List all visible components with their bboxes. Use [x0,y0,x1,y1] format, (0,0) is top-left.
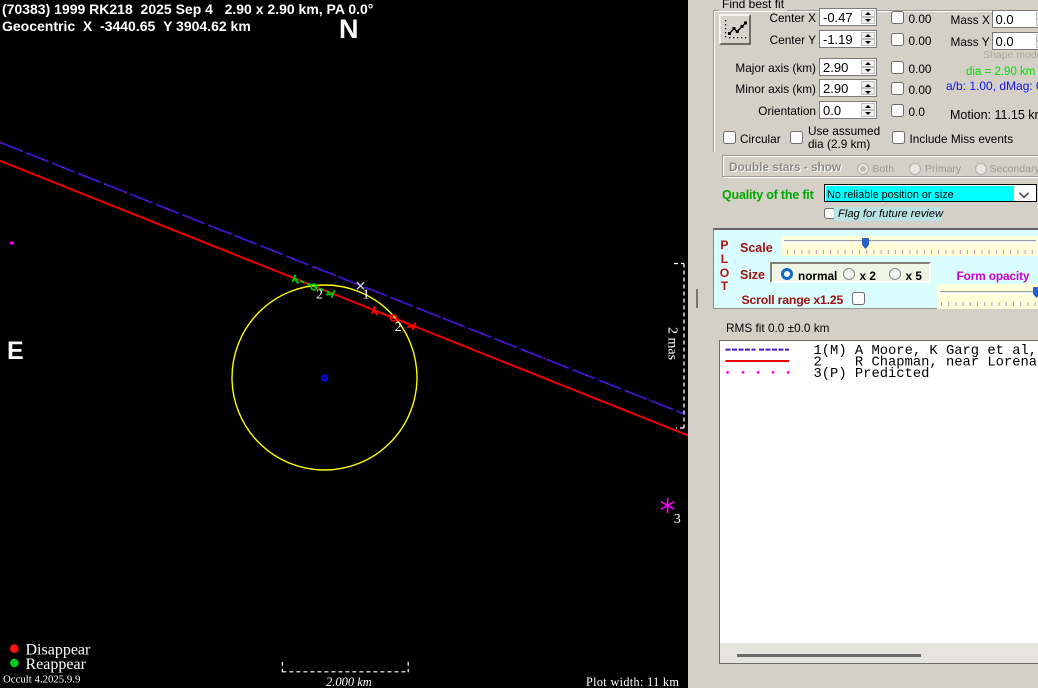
svg-text:Geocentric X -3440.65 Y 390: Geocentric X -3440.65 Y 3904.62 km [2,18,251,34]
svg-text:E: E [7,337,24,365]
svg-text:3(P) Predicted: 3(P) Predicted [814,366,930,382]
svg-text:Reappear: Reappear [26,656,87,673]
svg-text:2.000 km: 2.000 km [326,675,372,688]
svg-text:Occult 4.2025.9.9: Occult 4.2025.9.9 [3,674,80,686]
svg-text:2 mas: 2 mas [665,327,680,360]
svg-text:Plot width: 11 km: Plot width: 11 km [586,675,679,688]
svg-text:N: N [339,14,359,44]
svg-text:2: 2 [316,288,323,303]
svg-text:1: 1 [363,288,370,303]
svg-text:3: 3 [674,512,681,527]
svg-text:2: 2 [395,320,402,335]
svg-text:(70383) 1999 RK218 2025 Sep 4: (70383) 1999 RK218 2025 Sep 4 2.90 x 2.9… [2,1,373,17]
